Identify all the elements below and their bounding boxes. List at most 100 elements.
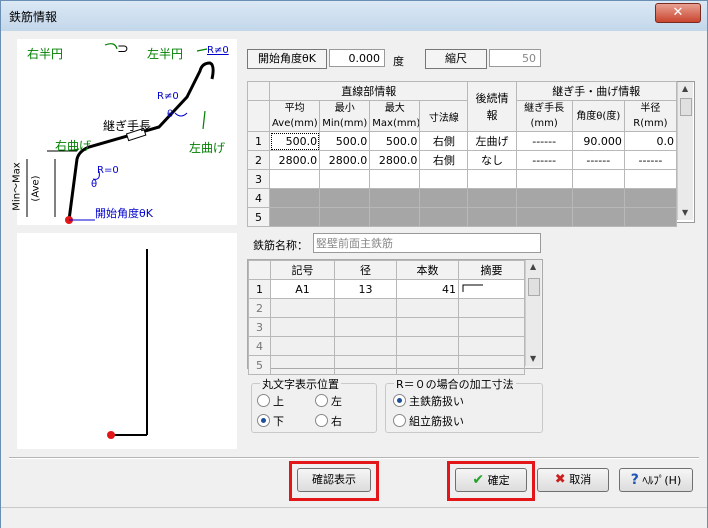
table-row: 5 [246, 207, 678, 227]
cell-joint[interactable]: ------ [515, 131, 573, 151]
radio-right-label: 右 [331, 415, 342, 428]
cancel-button[interactable]: ✖ 取消 [537, 468, 609, 492]
scroll-thumb[interactable] [680, 98, 692, 116]
table-row[interactable]: 1 A1 13 41 [248, 279, 525, 299]
rebar-preview-drawing [107, 249, 148, 439]
rebar-diagram-panel: ⊃ 右半円 左半円 R≠0 R≠0 θ 継ぎ手長 右曲げ 左曲げ R=0 θ M… [12, 39, 237, 225]
cell-diameter[interactable]: 13 [334, 279, 397, 299]
ok-button[interactable]: ✔ 確定 [455, 468, 527, 492]
table-row[interactable]: 2 [248, 298, 525, 318]
dialog-window: 鉄筋情報 ✕ ⊃ 右半円 左半円 R≠0 R≠0 θ 継ぎ手長 右曲げ 左曲げ … [0, 0, 708, 528]
start-angle-input[interactable]: 0.000 [329, 49, 385, 67]
ok-button-label: 確定 [487, 474, 510, 487]
scale-label: 縮尺 [425, 49, 487, 69]
r-eq0-label: R=0 [97, 165, 119, 176]
col-symbol: 記号 [270, 260, 335, 280]
min-max-label: Min～Max [11, 162, 23, 211]
col-angle: 角度θ(度) [571, 100, 625, 132]
radio-right[interactable] [315, 414, 328, 427]
checkmark-icon: ✔ [472, 472, 485, 488]
table-row[interactable]: 3 [246, 169, 678, 189]
main-table-scrollbar[interactable]: ▲ ▼ [677, 82, 693, 220]
divider [9, 457, 699, 459]
col-max: 最大Max(mm) [369, 100, 421, 132]
rebar-name-input[interactable]: 竪壁前面主鉄筋 [313, 233, 541, 253]
radio-assembly-rebar-label: 組立筋扱い [409, 415, 464, 428]
confirm-display-button[interactable]: 確認表示 [297, 468, 371, 492]
col-ave: 平均Ave(mm) [269, 100, 321, 132]
scale-input[interactable]: 50 [489, 49, 541, 67]
cell-radius[interactable]: ------ [623, 150, 678, 170]
rebar-name-label: 鉄筋名称： [253, 239, 308, 252]
right-bend-label: 右曲げ [55, 139, 92, 153]
group-joint-header: 継ぎ手・曲げ情報 [515, 81, 678, 101]
col-joint-length: 継ぎ手長(mm) [515, 100, 573, 132]
cell-max[interactable]: 500.0 [369, 131, 421, 151]
cell-joint[interactable]: ------ [515, 150, 573, 170]
scroll-up-icon[interactable]: ▲ [682, 84, 688, 93]
cell-count[interactable]: 41 [396, 279, 459, 299]
svg-text:⊃: ⊃ [117, 41, 129, 57]
table-row[interactable]: 2 2800.0 2800.0 2800.0 右側 なし ------ ----… [246, 150, 678, 170]
scroll-thumb[interactable] [528, 278, 540, 296]
cell-dimension[interactable]: 右側 [419, 131, 469, 151]
col-dimension-line: 寸法線 [419, 100, 469, 132]
left-half-circle-label: 左半円 [147, 47, 184, 61]
close-button[interactable]: ✕ [655, 3, 701, 23]
cell-follow[interactable]: 左曲げ [467, 131, 517, 151]
theta-lower-label: θ [91, 179, 98, 190]
radio-top-label: 上 [273, 395, 284, 408]
table-row[interactable]: 3 [248, 317, 525, 337]
radio-left[interactable] [315, 394, 328, 407]
col-radius: 半径R(mm) [623, 100, 678, 132]
cell-ave[interactable]: 2800.0 [269, 150, 321, 170]
col-min: 最小Min(mm) [319, 100, 371, 132]
start-angle-diagram-label: 開始角度θK [95, 207, 153, 220]
cell-ave[interactable]: 500.0 [269, 131, 321, 151]
scroll-up-icon[interactable]: ▲ [530, 262, 536, 271]
circle-position-group: 丸文字表示位置 [251, 376, 377, 433]
cell-symbol[interactable]: A1 [270, 279, 335, 299]
scroll-down-icon[interactable]: ▼ [530, 354, 536, 363]
help-button-label: ﾍﾙﾌﾟ(H) [642, 474, 682, 487]
table-row[interactable]: 4 [248, 336, 525, 356]
radio-main-rebar[interactable] [393, 394, 406, 407]
cell-angle[interactable]: ------ [571, 150, 625, 170]
cell-max[interactable]: 2800.0 [369, 150, 421, 170]
straight-info-table: 直線部情報 後続情報 継ぎ手・曲げ情報 平均Ave(mm) 最小Min(mm) … [246, 81, 678, 227]
radio-bottom[interactable] [257, 414, 270, 427]
cell-summary[interactable] [458, 279, 525, 299]
table-row[interactable]: 1 500.0 500.0 500.0 右側 左曲げ ------ 90.000… [246, 131, 678, 151]
table-row[interactable]: 5 [248, 355, 525, 375]
help-button[interactable]: ? ﾍﾙﾌﾟ(H) [619, 468, 693, 492]
col-count: 本数 [396, 260, 459, 280]
title-bar: 鉄筋情報 ✕ [1, 1, 707, 31]
scroll-down-icon[interactable]: ▼ [682, 208, 688, 217]
cell-follow[interactable]: なし [467, 150, 517, 170]
cell-angle[interactable]: 90.000 [571, 131, 625, 151]
start-angle-unit: 度 [393, 55, 404, 68]
left-bend-label: 左曲げ [189, 141, 226, 155]
sub-table-scrollbar[interactable]: ▲ ▼ [525, 260, 541, 366]
cancel-button-label: 取消 [569, 473, 592, 486]
cell-min[interactable]: 2800.0 [319, 150, 371, 170]
radio-top[interactable] [257, 394, 270, 407]
status-bar [1, 507, 707, 528]
radio-left-label: 左 [331, 395, 342, 408]
right-half-circle-label: 右半円 [27, 47, 64, 61]
radio-main-rebar-label: 主鉄筋扱い [409, 395, 464, 408]
ave-label: (Ave) [30, 175, 42, 202]
group-straight-header: 直線部情報 [269, 81, 469, 101]
radio-assembly-rebar[interactable] [393, 414, 406, 427]
rebar-preview-panel [17, 233, 237, 449]
circle-position-title: 丸文字表示位置 [260, 376, 341, 392]
cell-min[interactable]: 500.0 [319, 131, 371, 151]
table-row: 4 [246, 188, 678, 208]
window-title: 鉄筋情報 [9, 10, 58, 24]
start-angle-label: 開始角度θK [247, 49, 327, 69]
cell-dimension[interactable]: 右側 [419, 150, 469, 170]
cell-radius[interactable]: 0.0 [623, 131, 678, 151]
theta-upper-label: θ [167, 109, 174, 120]
rebar-spec-table: 記号 径 本数 摘要 1 A1 13 41 2 3 4 5 [248, 260, 525, 375]
help-question-icon: ? [630, 472, 639, 488]
